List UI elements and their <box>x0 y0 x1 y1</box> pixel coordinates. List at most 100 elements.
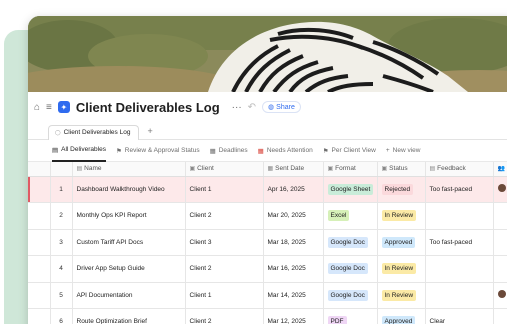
flag-icon: ⚑ <box>322 147 329 155</box>
cell-status[interactable]: Rejected <box>377 176 426 203</box>
more-options-icon[interactable]: ··· <box>232 102 242 113</box>
cell-format[interactable]: Excel <box>323 202 378 230</box>
row-number: 3 <box>50 229 73 256</box>
cell-client[interactable]: Client 1 <box>185 282 264 309</box>
select-icon: ▣ <box>327 166 334 173</box>
title-bar: ⌂ ≡ ✦ Client Deliverables Log ··· ↶ ◍ Sh… <box>28 92 507 122</box>
add-tab-button[interactable]: + <box>147 126 152 139</box>
view-needs-attention[interactable]: ▦ Needs Attention <box>258 140 313 162</box>
cell-people[interactable] <box>493 282 507 309</box>
cell-client[interactable]: Client 2 <box>185 308 264 324</box>
row-gutter[interactable] <box>28 202 51 230</box>
cell-people[interactable] <box>493 308 507 324</box>
cell-sent-date[interactable]: Mar 20, 2025 <box>263 202 324 230</box>
cell-sent-date[interactable]: Mar 12, 2025 <box>263 308 324 324</box>
row-gutter[interactable] <box>28 229 51 256</box>
table-row[interactable]: 5 API Documentation Client 1 Mar 14, 2025 Go… <box>28 282 507 309</box>
cell-name[interactable]: Custom Tariff API Docs <box>72 229 186 256</box>
row-number: 6 <box>50 308 73 324</box>
page-title: Client Deliverables Log <box>75 99 220 115</box>
cell-feedback[interactable]: Clear <box>425 308 494 324</box>
cell-format[interactable]: Google Doc <box>323 229 378 256</box>
plus-icon: + <box>385 147 390 154</box>
table-row[interactable]: 2 Monthly Ops KPI Report Client 2 Mar 20, 2… <box>28 202 507 230</box>
format-tag: PDF <box>327 316 347 324</box>
row-gutter[interactable] <box>28 255 51 283</box>
column-header-name[interactable]: ▤ Name <box>72 162 186 177</box>
select-icon: ▣ <box>189 166 196 173</box>
share-button[interactable]: ◍ Share <box>262 101 301 113</box>
column-header-feedback[interactable]: ▤ Feedback <box>425 162 494 177</box>
cell-feedback[interactable]: Too fast-paced <box>425 229 494 256</box>
view-per-client[interactable]: ⚑ Per Client View <box>323 140 376 162</box>
cell-name[interactable]: Driver App Setup Guide <box>72 255 186 283</box>
column-header-status[interactable]: ▣ Status <box>377 162 426 177</box>
cell-name[interactable]: Monthly Ops KPI Report <box>72 202 186 230</box>
cell-name[interactable]: Route Optimization Brief <box>72 308 186 324</box>
cell-people[interactable] <box>493 176 507 203</box>
cell-feedback[interactable] <box>425 202 494 230</box>
cell-status[interactable]: In Review <box>377 282 426 309</box>
cover-image <box>28 16 507 92</box>
cell-format[interactable]: PDF <box>323 308 378 324</box>
view-deadlines[interactable]: ▦ Deadlines <box>210 140 248 162</box>
select-icon: ▣ <box>381 166 388 173</box>
flag-icon: ⚑ <box>115 147 122 155</box>
cell-client[interactable]: Client 2 <box>185 255 264 283</box>
calendar-icon: ▦ <box>267 166 274 173</box>
app-window: ⌂ ≡ ✦ Client Deliverables Log ··· ↶ ◍ Sh… <box>28 16 507 324</box>
cell-status[interactable]: Approved <box>377 308 426 324</box>
cell-status[interactable]: In Review <box>377 202 426 230</box>
table-row[interactable]: 1 Dashboard Walkthrough Video Client 1 Apr … <box>28 176 507 203</box>
column-header-people[interactable]: 👥 <box>493 162 507 177</box>
cell-feedback[interactable] <box>425 282 494 309</box>
cell-format[interactable]: Google Sheet <box>323 176 378 203</box>
cell-feedback[interactable] <box>425 255 494 283</box>
cell-format[interactable]: Google Doc <box>323 255 378 283</box>
deliverables-table: ▤ Name ▣ Client ▦ Sent Date ▣ Format ▣ Status… <box>28 162 507 324</box>
cell-client[interactable]: Client 3 <box>185 229 264 256</box>
cell-client[interactable]: Client 2 <box>185 202 264 230</box>
cell-sent-date[interactable]: Mar 16, 2025 <box>263 255 324 283</box>
cell-sent-date[interactable]: Apr 16, 2025 <box>263 176 324 203</box>
cell-name[interactable]: Dashboard Walkthrough Video <box>72 176 186 203</box>
row-number-header <box>50 162 73 177</box>
format-tag: Google Doc <box>327 289 368 301</box>
table-row[interactable]: 6 Route Optimization Brief Client 2 Mar 12,… <box>28 308 507 324</box>
menu-icon[interactable]: ≡ <box>46 102 52 113</box>
cell-status[interactable]: In Review <box>377 255 426 283</box>
row-gutter[interactable] <box>28 282 51 309</box>
avatar <box>497 184 506 193</box>
row-gutter[interactable] <box>28 176 51 203</box>
row-gutter[interactable] <box>28 308 51 324</box>
cell-people[interactable] <box>493 255 507 283</box>
status-tag: In Review <box>381 263 417 275</box>
new-view-button[interactable]: + New view <box>386 140 421 162</box>
text-icon: ▤ <box>429 166 436 173</box>
format-tag: Excel <box>327 210 350 222</box>
view-review-approval-status[interactable]: ⚑ Review & Approval Status <box>116 140 200 162</box>
column-header-client[interactable]: ▣ Client <box>185 162 264 177</box>
status-tag: Rejected <box>381 183 414 195</box>
cell-status[interactable]: Approved <box>377 229 426 256</box>
home-icon[interactable]: ⌂ <box>34 102 40 113</box>
tab-client-deliverables-log[interactable]: ◯ Client Deliverables Log <box>48 125 140 140</box>
cell-sent-date[interactable]: Mar 18, 2025 <box>263 229 324 256</box>
table-row[interactable]: 4 Driver App Setup Guide Client 2 Mar 16, 2… <box>28 255 507 283</box>
view-bar: ▤ All Deliverables ⚑ Review & Approval S… <box>28 140 507 162</box>
undo-icon[interactable]: ↶ <box>248 102 256 113</box>
table-row[interactable]: 3 Custom Tariff API Docs Client 3 Mar 18, 2… <box>28 229 507 256</box>
cell-people[interactable] <box>493 202 507 230</box>
cell-people[interactable] <box>493 229 507 256</box>
column-header-sent-date[interactable]: ▦ Sent Date <box>263 162 324 177</box>
cell-sent-date[interactable]: Mar 14, 2025 <box>263 282 324 309</box>
view-all-deliverables[interactable]: ▤ All Deliverables <box>52 140 106 162</box>
status-tag: In Review <box>381 289 417 301</box>
column-header-format[interactable]: ▣ Format <box>323 162 378 177</box>
cell-feedback[interactable]: Too fast-paced <box>425 176 494 203</box>
cell-name[interactable]: API Documentation <box>72 282 186 309</box>
text-icon: ▤ <box>76 166 83 173</box>
status-tag: In Review <box>381 210 417 222</box>
cell-client[interactable]: Client 1 <box>185 176 264 203</box>
cell-format[interactable]: Google Doc <box>323 282 378 309</box>
